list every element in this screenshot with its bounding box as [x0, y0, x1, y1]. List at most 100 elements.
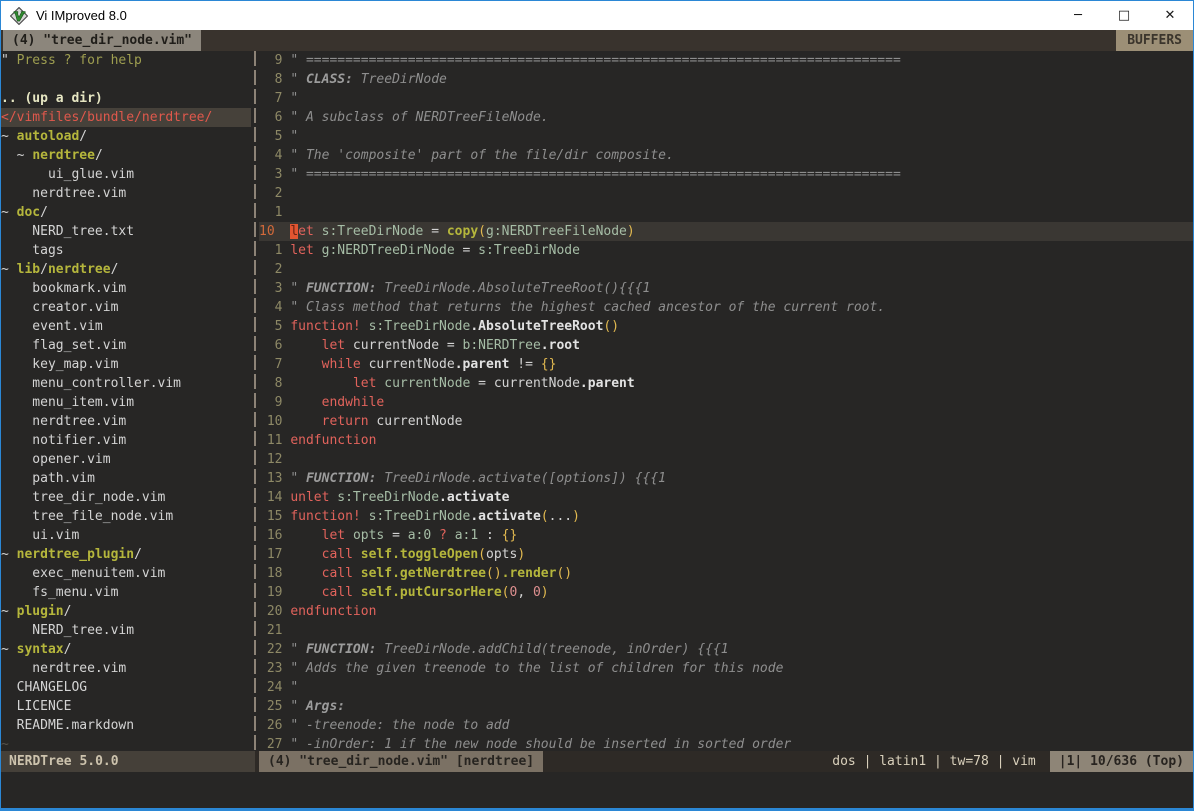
token: s:TreeDirNode — [369, 319, 471, 334]
code-line[interactable]: 5 " — [259, 127, 1193, 146]
token: = — [455, 243, 478, 258]
code-line[interactable]: 25 " Args: — [259, 697, 1193, 716]
tree-item[interactable]: fs_menu.vim — [1, 583, 251, 602]
code-line[interactable]: 8 " CLASS: TreeDirNode — [259, 70, 1193, 89]
tree-item[interactable]: ~ lib/nerdtree/ — [1, 260, 251, 279]
tree-item[interactable]: " Press ? for help — [1, 51, 251, 70]
tree-item[interactable]: ui.vim — [1, 526, 251, 545]
token: let — [290, 243, 313, 258]
code-line[interactable]: 7 " — [259, 89, 1193, 108]
tree-item[interactable]: NERD_tree.txt — [1, 222, 251, 241]
tree-item[interactable]: LICENCE — [1, 697, 251, 716]
code-line[interactable]: 14 unlet s:TreeDirNode.activate — [259, 488, 1193, 507]
code-line[interactable]: 27 " -inOrder: 1 if the new node should … — [259, 735, 1193, 751]
code-line[interactable]: 24 " — [259, 678, 1193, 697]
line-number: 19 — [259, 585, 290, 600]
tree-item[interactable]: ~ plugin/ — [1, 602, 251, 621]
code-line[interactable]: 3 " ====================================… — [259, 165, 1193, 184]
code-line[interactable]: 23 " Adds the given treenode to the list… — [259, 659, 1193, 678]
token: () — [556, 566, 572, 581]
code-line[interactable]: 4 " The 'composite' part of the file/dir… — [259, 146, 1193, 165]
token: ~ — [1, 547, 17, 562]
tree-item[interactable]: opener.vim — [1, 450, 251, 469]
token: self.putCursorHere — [361, 585, 502, 600]
token — [290, 528, 321, 543]
code-line[interactable]: 26 " -treenode: the node to add — [259, 716, 1193, 735]
tree-item[interactable]: path.vim — [1, 469, 251, 488]
tree-item[interactable]: ~ nerdtree/ — [1, 146, 251, 165]
code-line[interactable]: 13 " FUNCTION: TreeDirNode.activate([opt… — [259, 469, 1193, 488]
code-line[interactable]: 17 call self.toggleOpen(opts) — [259, 545, 1193, 564]
close-icon[interactable]: ✕ — [1147, 1, 1193, 30]
code-line[interactable]: 6 " A subclass of NERDTreeFileNode. — [259, 108, 1193, 127]
tree-item[interactable]: notifier.vim — [1, 431, 251, 450]
tree-item[interactable]: menu_controller.vim — [1, 374, 251, 393]
code-line[interactable]: 2 — [259, 260, 1193, 279]
vim-icon — [9, 6, 29, 26]
tree-item[interactable]: ~ nerdtree_plugin/ — [1, 545, 251, 564]
code-line[interactable]: 2 — [259, 184, 1193, 203]
code-line[interactable]: 8 let currentNode = currentNode.parent — [259, 374, 1193, 393]
tree-item[interactable]: .. (up a dir) — [1, 89, 251, 108]
command-line[interactable] — [1, 772, 1193, 808]
code-line[interactable]: 1 let g:NERDTreeDirNode = s:TreeDirNode — [259, 241, 1193, 260]
window-split-separator[interactable] — [251, 51, 259, 751]
token: Args: — [306, 699, 345, 714]
tree-item[interactable]: menu_item.vim — [1, 393, 251, 412]
tree-item[interactable] — [1, 70, 251, 89]
code-line[interactable]: 15 function! s:TreeDirNode.activate(...) — [259, 507, 1193, 526]
token: " ======================================… — [290, 53, 900, 68]
token: = — [423, 224, 446, 239]
code-line[interactable]: 16 let opts = a:0 ? a:1 : {} — [259, 526, 1193, 545]
code-line[interactable]: 11 endfunction — [259, 431, 1193, 450]
tab-active-buffer[interactable]: (4) "tree_dir_node.vim" — [3, 30, 201, 51]
tree-item[interactable]: README.markdown — [1, 716, 251, 735]
code-line[interactable]: 20 endfunction — [259, 602, 1193, 621]
maximize-icon[interactable]: □ — [1101, 1, 1147, 30]
tree-item[interactable]: ui_glue.vim — [1, 165, 251, 184]
tree-item[interactable]: tree_file_node.vim — [1, 507, 251, 526]
token: unlet — [290, 490, 329, 505]
tree-item[interactable]: tree_dir_node.vim — [1, 488, 251, 507]
code-line[interactable]: 10 return currentNode — [259, 412, 1193, 431]
code-line[interactable]: 19 call self.putCursorHere(0, 0) — [259, 583, 1193, 602]
buffers-label-tab[interactable]: BUFFERS — [1116, 30, 1193, 51]
line-number: 23 — [259, 661, 290, 676]
code-line[interactable]: 18 call self.getNerdtree().render() — [259, 564, 1193, 583]
tree-item[interactable]: ~ autoload/ — [1, 127, 251, 146]
code-line[interactable]: 1 — [259, 203, 1193, 222]
token: copy — [447, 224, 478, 239]
minimize-icon[interactable]: ─ — [1055, 1, 1101, 30]
code-line[interactable]: 3 " FUNCTION: TreeDirNode.AbsoluteTreeRo… — [259, 279, 1193, 298]
tree-item[interactable]: key_map.vim — [1, 355, 251, 374]
title-bar: Vi IMproved 8.0 ─ □ ✕ — [1, 1, 1193, 30]
tree-item[interactable]: flag_set.vim — [1, 336, 251, 355]
tree-item[interactable]: tags — [1, 241, 251, 260]
tree-root-item[interactable]: </vimfiles/bundle/nerdtree/ — [1, 108, 251, 127]
code-line[interactable]: 4 " Class method that returns the highes… — [259, 298, 1193, 317]
tree-item[interactable]: nerdtree.vim — [1, 659, 251, 678]
code-line[interactable]: 6 let currentNode = b:NERDTree.root — [259, 336, 1193, 355]
code-line[interactable]: 9 endwhile — [259, 393, 1193, 412]
tree-item[interactable]: exec_menuitem.vim — [1, 564, 251, 583]
code-line[interactable]: 7 while currentNode.parent != {} — [259, 355, 1193, 374]
nerdtree-statusline: NERDTree 5.0.0 — [1, 751, 255, 772]
tree-item[interactable]: bookmark.vim — [1, 279, 251, 298]
code-line[interactable]: 21 — [259, 621, 1193, 640]
tree-item[interactable]: ~ — [1, 735, 251, 751]
tree-item[interactable]: nerdtree.vim — [1, 184, 251, 203]
tree-item[interactable]: CHANGELOG — [1, 678, 251, 697]
line-number: 5 — [259, 129, 290, 144]
line-number: 10 — [259, 414, 290, 429]
tree-item[interactable]: ~ doc/ — [1, 203, 251, 222]
tree-item[interactable]: nerdtree.vim — [1, 412, 251, 431]
code-line[interactable]: 5 function! s:TreeDirNode.AbsoluteTreeRo… — [259, 317, 1193, 336]
code-line[interactable]: 22 " FUNCTION: TreeDirNode.addChild(tree… — [259, 640, 1193, 659]
code-line-cursor[interactable]: 10 let s:TreeDirNode = copy(g:NERDTreeFi… — [259, 222, 1193, 241]
code-line[interactable]: 12 — [259, 450, 1193, 469]
tree-item[interactable]: event.vim — [1, 317, 251, 336]
tree-item[interactable]: NERD_tree.vim — [1, 621, 251, 640]
tree-item[interactable]: creator.vim — [1, 298, 251, 317]
tree-item[interactable]: ~ syntax/ — [1, 640, 251, 659]
code-line[interactable]: 9 " ====================================… — [259, 51, 1193, 70]
